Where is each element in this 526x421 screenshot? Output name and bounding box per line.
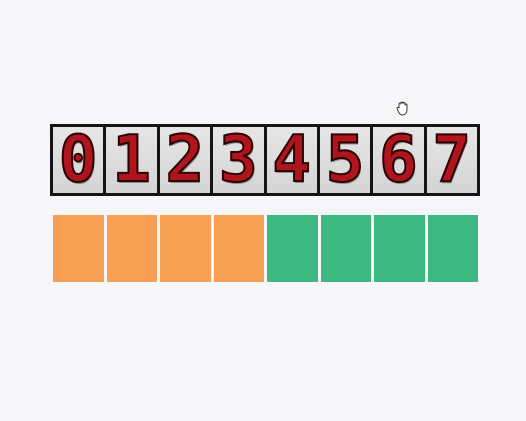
color-block	[374, 215, 425, 282]
digit-cell: 6	[373, 127, 424, 193]
color-block	[106, 215, 157, 282]
digit-label: 1	[111, 127, 152, 193]
color-block	[427, 215, 478, 282]
digit-cell: 2	[159, 127, 211, 193]
digit-label: 6	[378, 127, 419, 193]
digit-label: 4	[271, 127, 312, 193]
grab-hand-icon	[396, 101, 408, 116]
digit-cell: 4	[266, 127, 317, 193]
digit-cell: 3	[213, 127, 264, 193]
color-block-row	[53, 215, 478, 282]
digit-label: 0	[58, 127, 99, 193]
digit-cell: 5	[319, 127, 371, 193]
digit-cell: 0	[53, 127, 104, 193]
digit-cell: 1	[106, 127, 157, 193]
color-block	[267, 215, 318, 282]
digit-strip: 0 1 2 3 4 5 6 7	[50, 124, 480, 196]
color-block	[53, 215, 104, 282]
digit-label: 7	[432, 127, 473, 193]
color-block	[213, 215, 264, 282]
digit-label: 3	[218, 127, 259, 193]
color-block	[320, 215, 371, 282]
digit-label: 5	[325, 127, 366, 193]
digit-cell: 7	[426, 127, 477, 193]
color-block	[160, 215, 211, 282]
digit-label: 2	[165, 127, 206, 193]
